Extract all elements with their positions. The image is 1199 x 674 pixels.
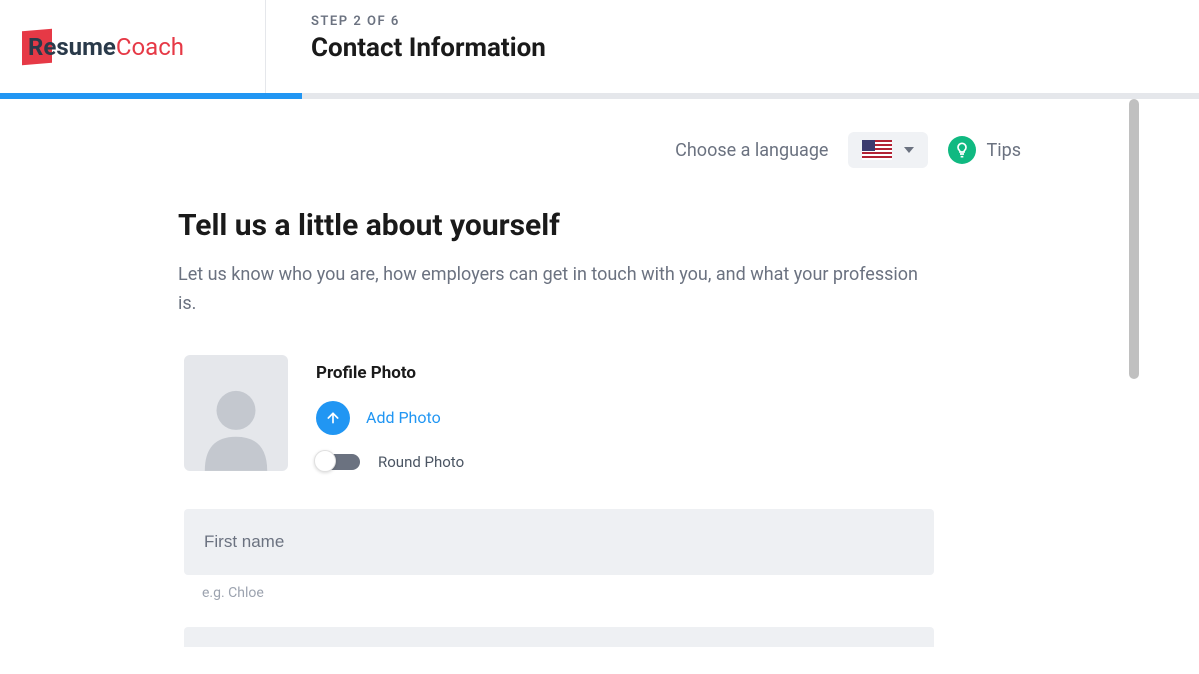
- avatar-icon: [197, 383, 275, 471]
- step-title: Contact Information: [311, 33, 546, 63]
- logo-text-primary: Resume: [28, 33, 116, 61]
- upload-icon: [316, 401, 350, 435]
- language-selector[interactable]: [848, 132, 928, 168]
- photo-controls: Profile Photo Add Photo Round Photo: [316, 355, 464, 471]
- step-section: STEP 2 OF 6 Contact Information: [266, 0, 546, 93]
- add-photo-button[interactable]: Add Photo: [316, 401, 464, 435]
- first-name-field: e.g. Chloe: [178, 509, 1021, 647]
- first-name-input[interactable]: [184, 509, 934, 575]
- toggle-knob: [314, 450, 336, 472]
- round-photo-toggle[interactable]: [316, 454, 360, 470]
- lightbulb-icon: [948, 136, 976, 164]
- photo-section: Profile Photo Add Photo Round Photo: [178, 355, 1021, 471]
- toolbar: Choose a language Tips: [178, 132, 1021, 168]
- content-wrapper: Choose a language Tips Tell us a little …: [0, 99, 1199, 674]
- logo[interactable]: Resume Coach: [22, 30, 184, 64]
- add-photo-label: Add Photo: [366, 408, 441, 427]
- logo-text-secondary: Coach: [116, 33, 184, 61]
- logo-section: Resume Coach: [0, 0, 266, 93]
- tips-button[interactable]: Tips: [948, 136, 1021, 164]
- next-input-partial[interactable]: [184, 627, 934, 647]
- language-label: Choose a language: [675, 140, 828, 161]
- round-photo-label: Round Photo: [378, 453, 464, 471]
- photo-title: Profile Photo: [316, 363, 464, 383]
- tips-label: Tips: [986, 140, 1021, 161]
- flag-us-icon: [862, 140, 892, 160]
- page-description: Let us know who you are, how employers c…: [178, 261, 938, 319]
- round-photo-row: Round Photo: [316, 453, 464, 471]
- header: Resume Coach STEP 2 OF 6 Contact Informa…: [0, 0, 1199, 93]
- first-name-hint: e.g. Chloe: [184, 585, 1021, 601]
- chevron-down-icon: [904, 147, 914, 153]
- photo-placeholder[interactable]: [184, 355, 288, 471]
- main-content: Choose a language Tips Tell us a little …: [0, 99, 1199, 647]
- step-indicator: STEP 2 OF 6: [311, 14, 546, 29]
- scrollbar[interactable]: [1129, 99, 1139, 379]
- page-title: Tell us a little about yourself: [178, 208, 1021, 243]
